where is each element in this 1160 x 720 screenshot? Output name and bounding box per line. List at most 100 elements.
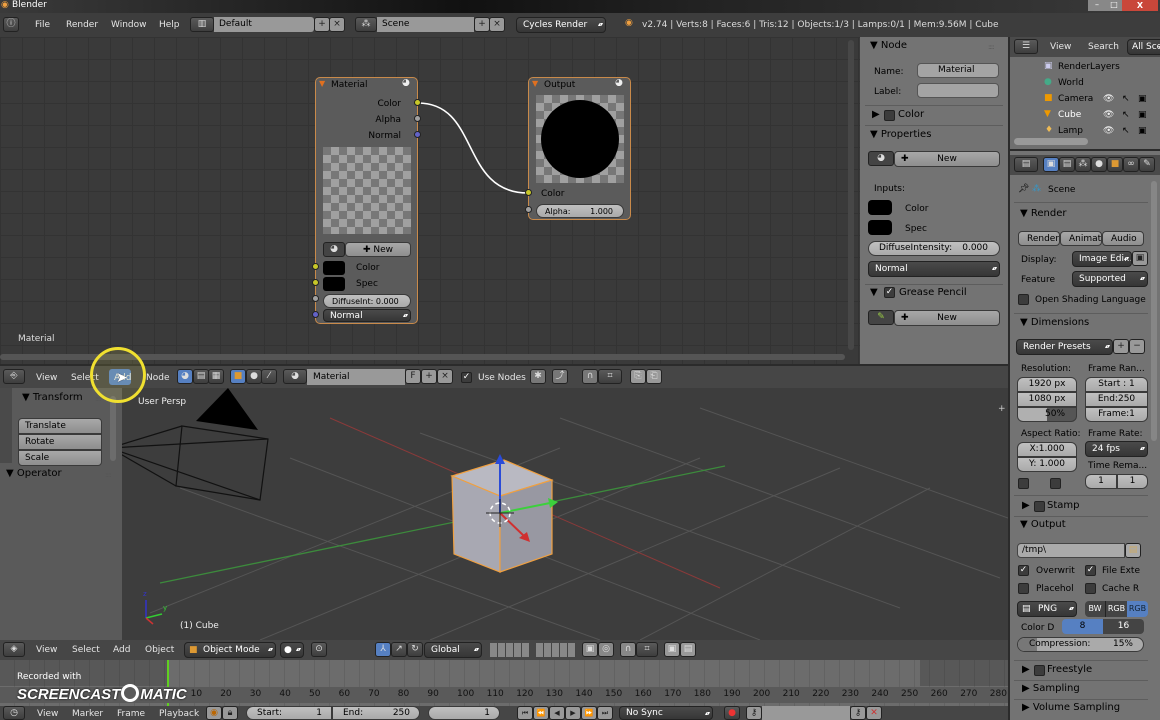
compositing-nodes-icon[interactable]: ▤ [193, 369, 209, 384]
end-frame-field[interactable]: End: 250 [332, 706, 420, 720]
tab-object-icon[interactable]: ■ [1107, 157, 1123, 172]
volume-sampling-panel-header[interactable]: ▶ Volume Sampling [1022, 702, 1120, 713]
material-browse-icon[interactable]: ◕ [868, 151, 894, 166]
tab-render-layers-icon[interactable]: ▤ [1059, 157, 1075, 172]
go-parent-icon[interactable]: ⤴ [552, 369, 568, 384]
outliner-menu-search[interactable]: Search [1088, 42, 1119, 52]
color-swatch[interactable] [323, 261, 345, 275]
tab-modifiers-icon[interactable]: ✎ [1139, 157, 1155, 172]
close-button[interactable]: X [1122, 0, 1158, 11]
timeline-menu-marker[interactable]: Marker [72, 709, 103, 719]
add-material-icon[interactable]: + [421, 369, 437, 384]
manipulator-toggle-icon[interactable]: ⅄ [375, 642, 391, 657]
output-panel-header[interactable]: ▼ Output [1020, 519, 1066, 530]
color-mode-bw[interactable]: BW [1085, 601, 1105, 617]
pivot-icon[interactable]: ⊙ [311, 642, 327, 657]
border-checkbox[interactable] [1018, 478, 1029, 489]
render-panel-header[interactable]: ▼ Render [1020, 208, 1066, 219]
display-window-icon[interactable]: ▣ [1132, 251, 1148, 266]
socket-alpha-out[interactable] [414, 115, 421, 122]
render-presets-dropdown[interactable]: Render Presets [1016, 339, 1113, 355]
osl-checkbox[interactable] [1018, 294, 1029, 305]
file-ext-checkbox[interactable]: ✓ [1085, 565, 1096, 576]
color-panel-header[interactable]: ▶ [872, 109, 880, 120]
rotate-manipulator-icon[interactable]: ↻ [407, 642, 423, 657]
timeline-menu-frame[interactable]: Frame [117, 709, 145, 719]
outliner-item-renderlayers[interactable]: RenderLayers [1058, 62, 1120, 72]
render-toggle-icon[interactable]: ▣ [1138, 110, 1147, 120]
tab-render-icon[interactable]: ▣ [1043, 157, 1059, 172]
socket-output-color[interactable] [525, 189, 532, 196]
3d-menu-object[interactable]: Object [145, 645, 174, 655]
freestyle-panel-header[interactable]: ▶ [1022, 664, 1030, 675]
tab-constraints-icon[interactable]: ∞ [1123, 157, 1139, 172]
animation-button[interactable]: Animation [1060, 231, 1102, 246]
time-remap-new-field[interactable]: 1 [1117, 474, 1148, 489]
grease-pencil-header[interactable]: ▼ [870, 287, 878, 298]
socket-normal-in[interactable] [312, 311, 319, 318]
outliner-item-camera[interactable]: Camera [1058, 94, 1093, 104]
pencil-icon[interactable]: ✎ [868, 310, 894, 325]
preview-range-icon[interactable]: ◉ [206, 706, 222, 720]
display-dropdown[interactable]: Image Edi... [1072, 251, 1132, 267]
material-browse-icon[interactable]: ◕ [323, 242, 345, 257]
toolshelf-scrollbar[interactable] [110, 396, 116, 461]
drag-grip-icon[interactable]: :::: [988, 43, 995, 51]
operator-panel-header[interactable]: ▼ Operator [6, 468, 62, 479]
aspect-y-field[interactable]: Y: 1.000 [1017, 457, 1077, 472]
pin-icon[interactable]: 📌︎ [1018, 184, 1029, 194]
keying-set-field[interactable] [762, 706, 850, 720]
rotate-button[interactable]: Rotate [18, 434, 102, 450]
spec-swatch[interactable] [323, 277, 345, 291]
pin-icon[interactable]: ✱ [530, 369, 546, 384]
minimize-button[interactable]: – [1088, 0, 1106, 11]
outliner-item-cube[interactable]: Cube [1058, 110, 1081, 120]
transform-panel-header[interactable]: ▼ Transform [22, 392, 83, 403]
collapse-icon[interactable]: ▼ [319, 79, 325, 88]
placeholders-checkbox[interactable] [1018, 583, 1029, 594]
layer-buttons-1[interactable] [490, 643, 530, 657]
socket-output-alpha[interactable] [525, 206, 532, 213]
compression-slider[interactable]: Compression: 15% [1017, 637, 1144, 652]
socket-color-in[interactable] [312, 263, 319, 270]
dimensions-panel-header[interactable]: ▼ Dimensions [1020, 317, 1089, 328]
color-mode-rgba[interactable]: RGB [1127, 601, 1148, 617]
visibility-eye-icon[interactable]: 👁︎ [1103, 126, 1114, 136]
socket-diffuse-in[interactable] [312, 295, 319, 302]
remove-preset-icon[interactable]: − [1129, 339, 1145, 354]
visibility-eye-icon[interactable]: 👁︎ [1103, 110, 1114, 120]
lock-icon[interactable]: 🔒︎ [222, 706, 238, 720]
fake-user-button[interactable]: F [405, 369, 421, 384]
node-panel-header[interactable]: ▼ Node [870, 40, 907, 51]
resolution-y-field[interactable]: 1080 px [1017, 392, 1077, 407]
color-depth-16[interactable]: 16 [1103, 619, 1144, 634]
insert-keyframe-icon[interactable]: ⚷ [850, 706, 866, 720]
audio-button[interactable]: Audio [1102, 231, 1144, 246]
3d-menu-select[interactable]: Select [72, 645, 100, 655]
shader-nodes-icon[interactable]: ◕ [177, 369, 193, 384]
3d-menu-view[interactable]: View [36, 645, 57, 655]
translate-button[interactable]: Translate [18, 418, 102, 434]
translate-manipulator-icon[interactable]: ↗ [391, 642, 407, 657]
snap-icon[interactable]: ∩ [620, 642, 636, 657]
opengl-anim-icon[interactable]: ▤ [680, 642, 696, 657]
outliner-filter-dropdown[interactable]: All Scenes [1127, 39, 1160, 55]
object-mode-dropdown[interactable]: ■ Object Mode [184, 642, 276, 658]
cache-result-checkbox[interactable] [1085, 583, 1096, 594]
editor-type-icon[interactable]: ☰ [1014, 39, 1038, 54]
drag-grip-icon[interactable]: :::: [105, 471, 112, 479]
timeline-menu-playback[interactable]: Playback [159, 709, 199, 719]
copy-nodes-icon[interactable]: ⎘ [630, 369, 646, 384]
node-menu-view[interactable]: View [36, 373, 57, 383]
viewport-plus-icon[interactable]: + [998, 404, 1006, 414]
color-depth-8[interactable]: 8 [1062, 619, 1103, 634]
toolshelf-tabs[interactable] [0, 388, 12, 463]
resolution-x-field[interactable]: 1920 px [1017, 377, 1077, 392]
select-arrow-icon[interactable]: ↖ [1122, 94, 1130, 104]
diffuse-intensity-field[interactable]: DiffuseInt: 0.000 [323, 294, 411, 308]
orientation-dropdown[interactable]: Global [424, 642, 482, 658]
editor-type-icon[interactable]: ◷ [3, 706, 25, 720]
lock-layers-icon[interactable]: ▣ [582, 642, 598, 657]
feature-dropdown[interactable]: Supported [1072, 271, 1148, 287]
editor-type-icon[interactable]: ▤ [1014, 157, 1038, 172]
